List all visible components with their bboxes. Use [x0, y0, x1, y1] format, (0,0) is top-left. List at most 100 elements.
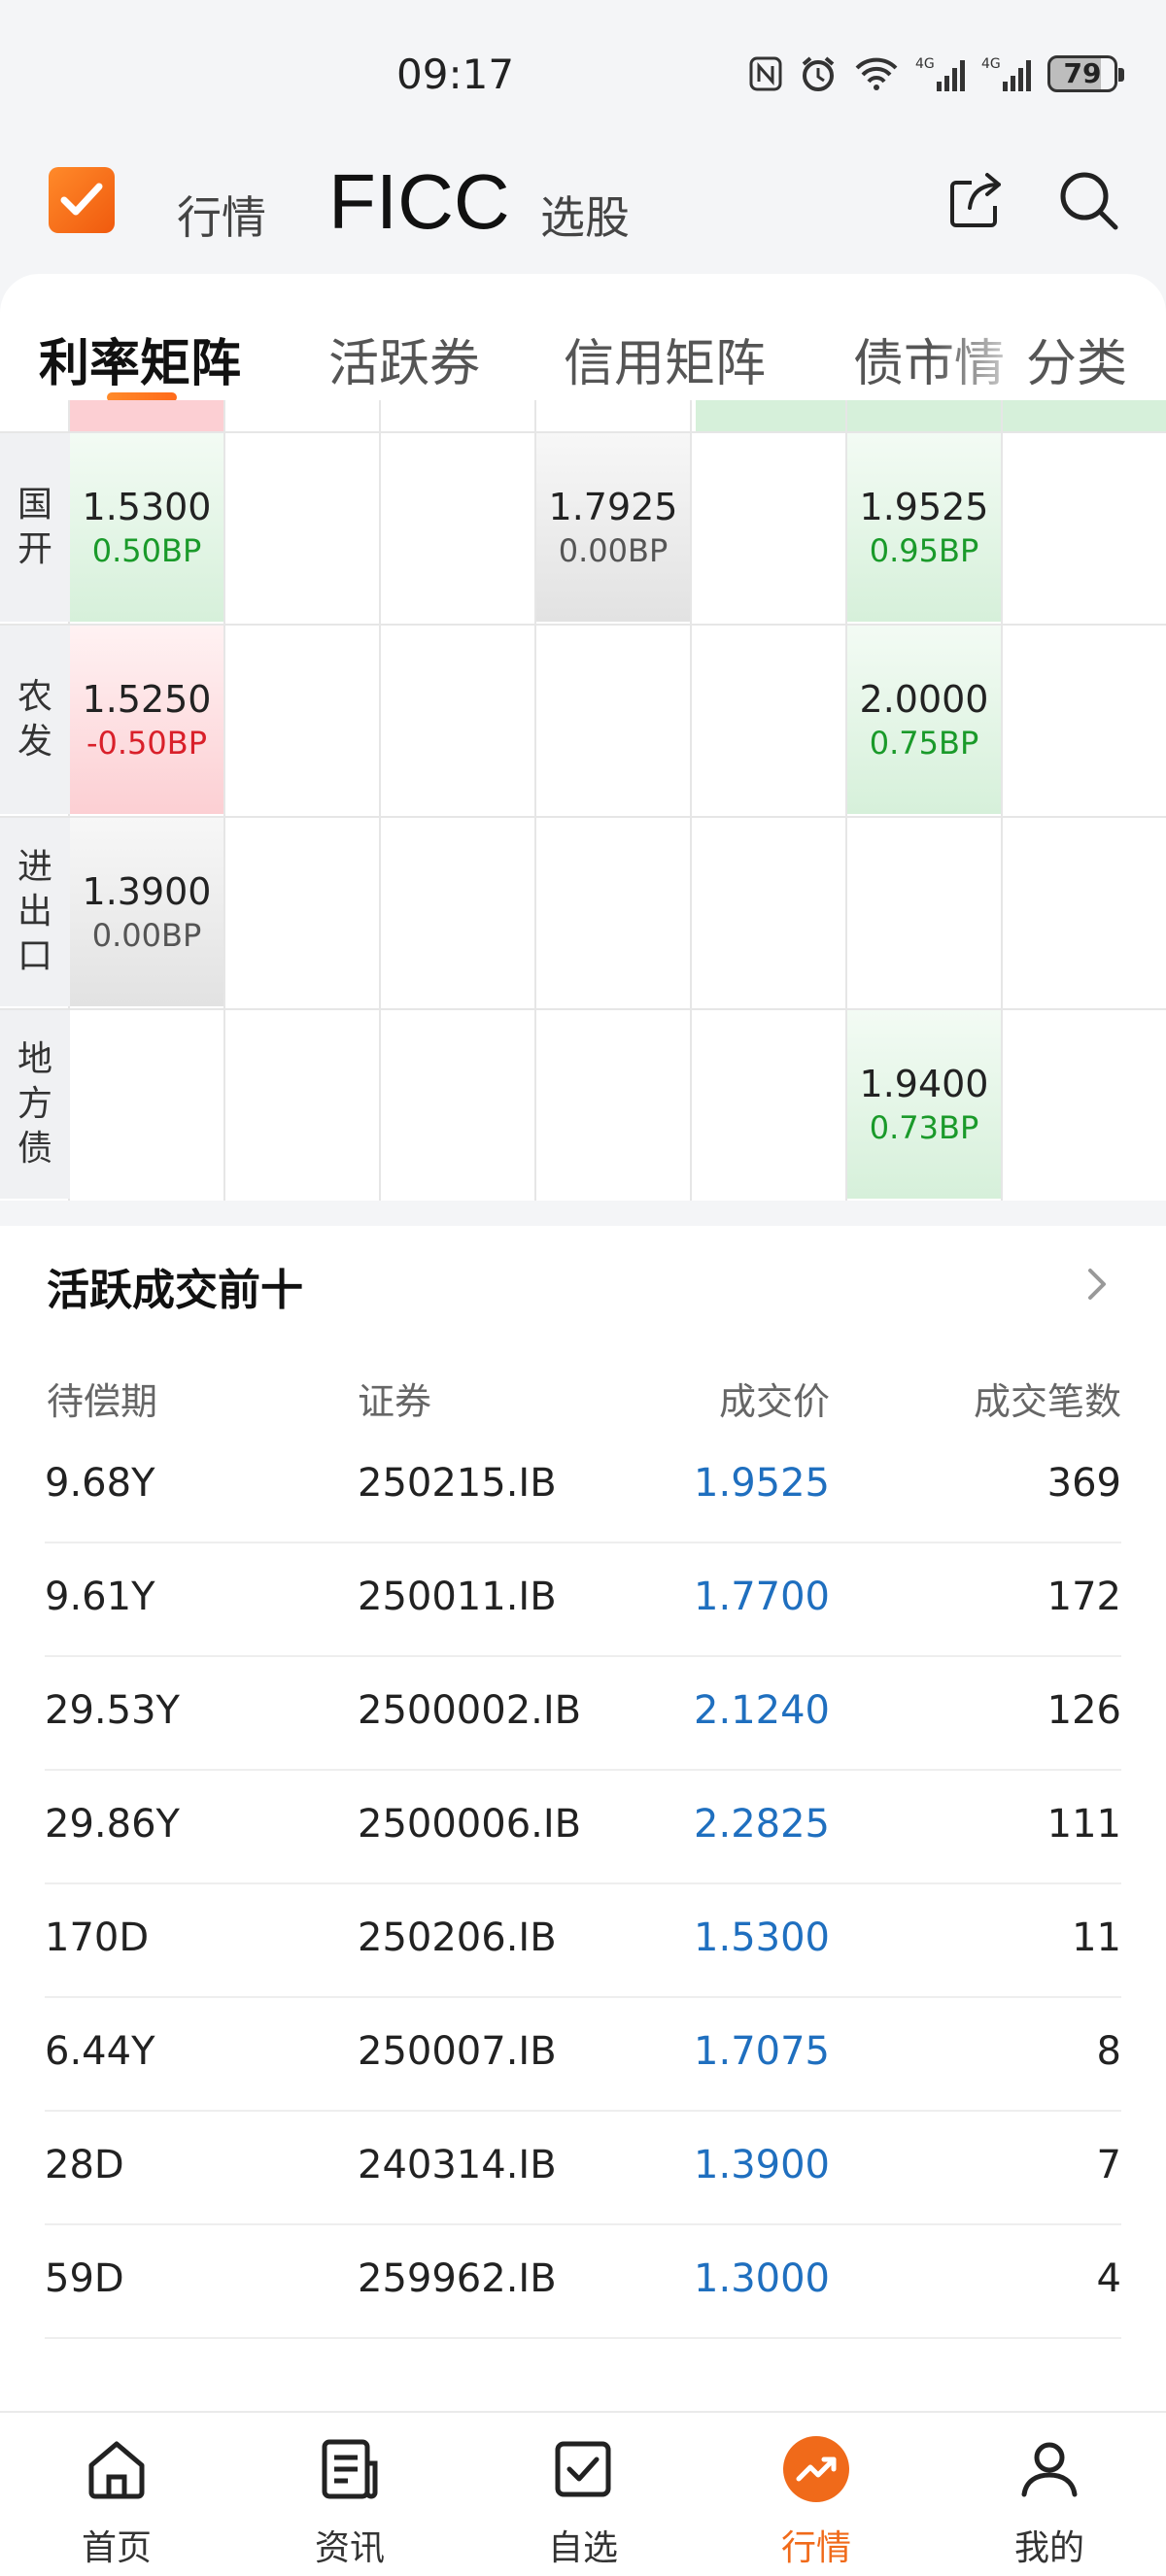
rate-matrix: 国开 1.5300 0.50BP 1.7925 0.00BP 1.9525 0.95BP 农发… [0, 400, 1166, 1201]
trade-price: 2.2825 [694, 1802, 830, 1847]
cell-yield: 1.9400 [859, 1063, 989, 1105]
trade-count: 7 [1096, 2143, 1121, 2187]
nav-stock-picker[interactable]: 选股 [540, 183, 630, 247]
matrix-cell[interactable]: 1.5300 0.50BP [70, 433, 223, 622]
trade-price: 1.9525 [694, 1461, 830, 1506]
trade-code: 259962.IB [358, 2256, 557, 2301]
row-label-char: 国 [17, 485, 52, 525]
cell-yield: 1.7925 [548, 486, 678, 528]
trade-price: 1.3000 [694, 2256, 830, 2301]
trade-price: 2.1240 [694, 1688, 830, 1733]
matrix-cell[interactable]: 1.3900 0.00BP [70, 818, 223, 1006]
table-row[interactable]: 9.61Y 250011.IB 1.7700 172 [45, 1543, 1121, 1657]
search-icon[interactable] [1055, 167, 1123, 235]
col-header-term: 待偿期 [47, 1380, 158, 1423]
tab-rate-matrix[interactable]: 利率矩阵 [39, 322, 241, 395]
table-row[interactable]: 6.44Y 250007.IB 1.7075 8 [45, 1998, 1121, 2112]
nav-market[interactable]: 行情 [177, 183, 266, 247]
profile-icon [1021, 2442, 1078, 2497]
matrix-top-partial-cell [696, 400, 1166, 433]
row-label-char: 农 [17, 677, 52, 717]
trade-count: 126 [1046, 1688, 1121, 1733]
matrix-row-label: 农发 [0, 626, 70, 814]
trade-price: 1.5300 [694, 1915, 830, 1960]
check-icon [60, 183, 103, 216]
cell-bp-change: 0.73BP [869, 1109, 979, 1146]
trade-code: 250011.IB [358, 1575, 557, 1619]
matrix-row-label: 国开 [0, 433, 70, 622]
trade-term: 6.44Y [45, 2029, 155, 2074]
row-label-char: 开 [17, 529, 52, 569]
app-header: 行情 FICC 选股 [0, 146, 1166, 282]
trade-term: 28D [45, 2143, 124, 2187]
cell-yield: 1.9525 [859, 486, 989, 528]
matrix-cell[interactable]: 1.5250 -0.50BP [70, 626, 223, 814]
matrix-cell[interactable]: 1.9400 0.73BP [847, 1010, 1001, 1199]
share-icon[interactable] [943, 167, 1011, 235]
tab-credit-matrix[interactable]: 信用矩阵 [564, 322, 766, 395]
trade-count: 369 [1046, 1461, 1121, 1506]
cell-yield: 1.5300 [82, 486, 212, 528]
table-row[interactable]: 29.53Y 2500002.IB 2.1240 126 [45, 1657, 1121, 1771]
table-row[interactable]: 9.68Y 250215.IB 1.9525 369 [45, 1430, 1121, 1543]
table-row[interactable]: 170D 250206.IB 1.5300 11 [45, 1884, 1121, 1998]
row-label-char: 方 [17, 1084, 52, 1124]
matrix-cell[interactable]: 1.7925 0.00BP [536, 433, 690, 622]
nav-ficc[interactable]: FICC [328, 157, 510, 247]
wifi-icon [855, 57, 898, 90]
col-header-price: 成交价 [718, 1380, 830, 1423]
bottom-nav-watchlist[interactable]: 自选 [515, 2434, 651, 2570]
signal-4g-icon: 4G [915, 56, 965, 91]
sub-tabs: 利率矩阵 活跃券 信用矩阵 债市情 分类 [0, 274, 1166, 402]
bottom-nav-market[interactable]: 行情 [748, 2434, 884, 2570]
cell-bp-change: 0.50BP [91, 532, 202, 569]
trade-price: 1.7075 [694, 2029, 830, 2074]
trade-count: 111 [1046, 1802, 1121, 1847]
section-title: 活跃成交前十 [47, 1266, 303, 1315]
news-icon [322, 2439, 378, 2499]
battery-icon: 79 [1047, 55, 1124, 92]
matrix-col-divider [690, 400, 692, 1201]
trade-code: 250206.IB [358, 1915, 557, 1960]
tab-active-bonds[interactable]: 活跃券 [328, 322, 480, 395]
app-logo [49, 167, 115, 233]
bottom-nav-profile[interactable]: 我的 [981, 2434, 1117, 2570]
trade-price: 1.7700 [694, 1575, 830, 1619]
top-trades-section: 活跃成交前十 待偿期 证券 成交价 成交笔数 9.68Y 250215.IB 1.9… [0, 1226, 1166, 2411]
table-row[interactable]: 29.86Y 2500006.IB 2.2825 111 [45, 1771, 1121, 1884]
nfc-icon [749, 56, 782, 91]
matrix-cell[interactable]: 2.0000 0.75BP [847, 626, 1001, 814]
row-label-char: 进 [17, 847, 52, 887]
trade-code: 240314.IB [358, 2143, 557, 2187]
col-header-count: 成交笔数 [973, 1380, 1121, 1423]
trade-count: 11 [1072, 1915, 1121, 1960]
chevron-right-icon[interactable] [1082, 1265, 1112, 1304]
trade-count: 172 [1046, 1575, 1121, 1619]
table-row[interactable]: 28D 240314.IB 1.3900 7 [45, 2112, 1121, 2225]
table-row[interactable]: 59D 259962.IB 1.3000 4 [45, 2225, 1121, 2339]
market-icon [783, 2436, 849, 2502]
matrix-row-label: 地方债 [0, 1010, 70, 1199]
cell-bp-change: 0.95BP [869, 532, 979, 569]
row-label-char: 发 [17, 722, 52, 762]
alarm-icon [802, 56, 835, 91]
cell-yield: 1.3900 [82, 870, 212, 913]
bottom-nav-news[interactable]: 资讯 [282, 2434, 418, 2570]
matrix-cell[interactable]: 1.9525 0.95BP [847, 433, 1001, 622]
matrix-col-divider [379, 400, 381, 1201]
bottom-nav-label: 资讯 [314, 2528, 385, 2568]
status-bar: 09:17 4G 4G 79 [0, 0, 1166, 146]
cell-bp-change: -0.50BP [86, 725, 208, 762]
tab-classify-button[interactable]: 分类 [1015, 322, 1127, 395]
cell-bp-change: 0.00BP [558, 532, 669, 569]
signal-4g-icon-2: 4G [981, 56, 1031, 91]
status-icons: 4G 4G 79 [748, 54, 1124, 93]
bottom-nav-home[interactable]: 首页 [49, 2434, 185, 2570]
matrix-row-label: 进出口 [0, 818, 70, 1006]
cell-yield: 1.5250 [82, 678, 212, 721]
trade-term: 59D [45, 2256, 124, 2301]
cell-yield: 2.0000 [859, 678, 989, 721]
trade-code: 250007.IB [358, 2029, 557, 2074]
cell-bp-change: 0.00BP [91, 917, 202, 954]
row-label-char: 口 [17, 936, 52, 976]
